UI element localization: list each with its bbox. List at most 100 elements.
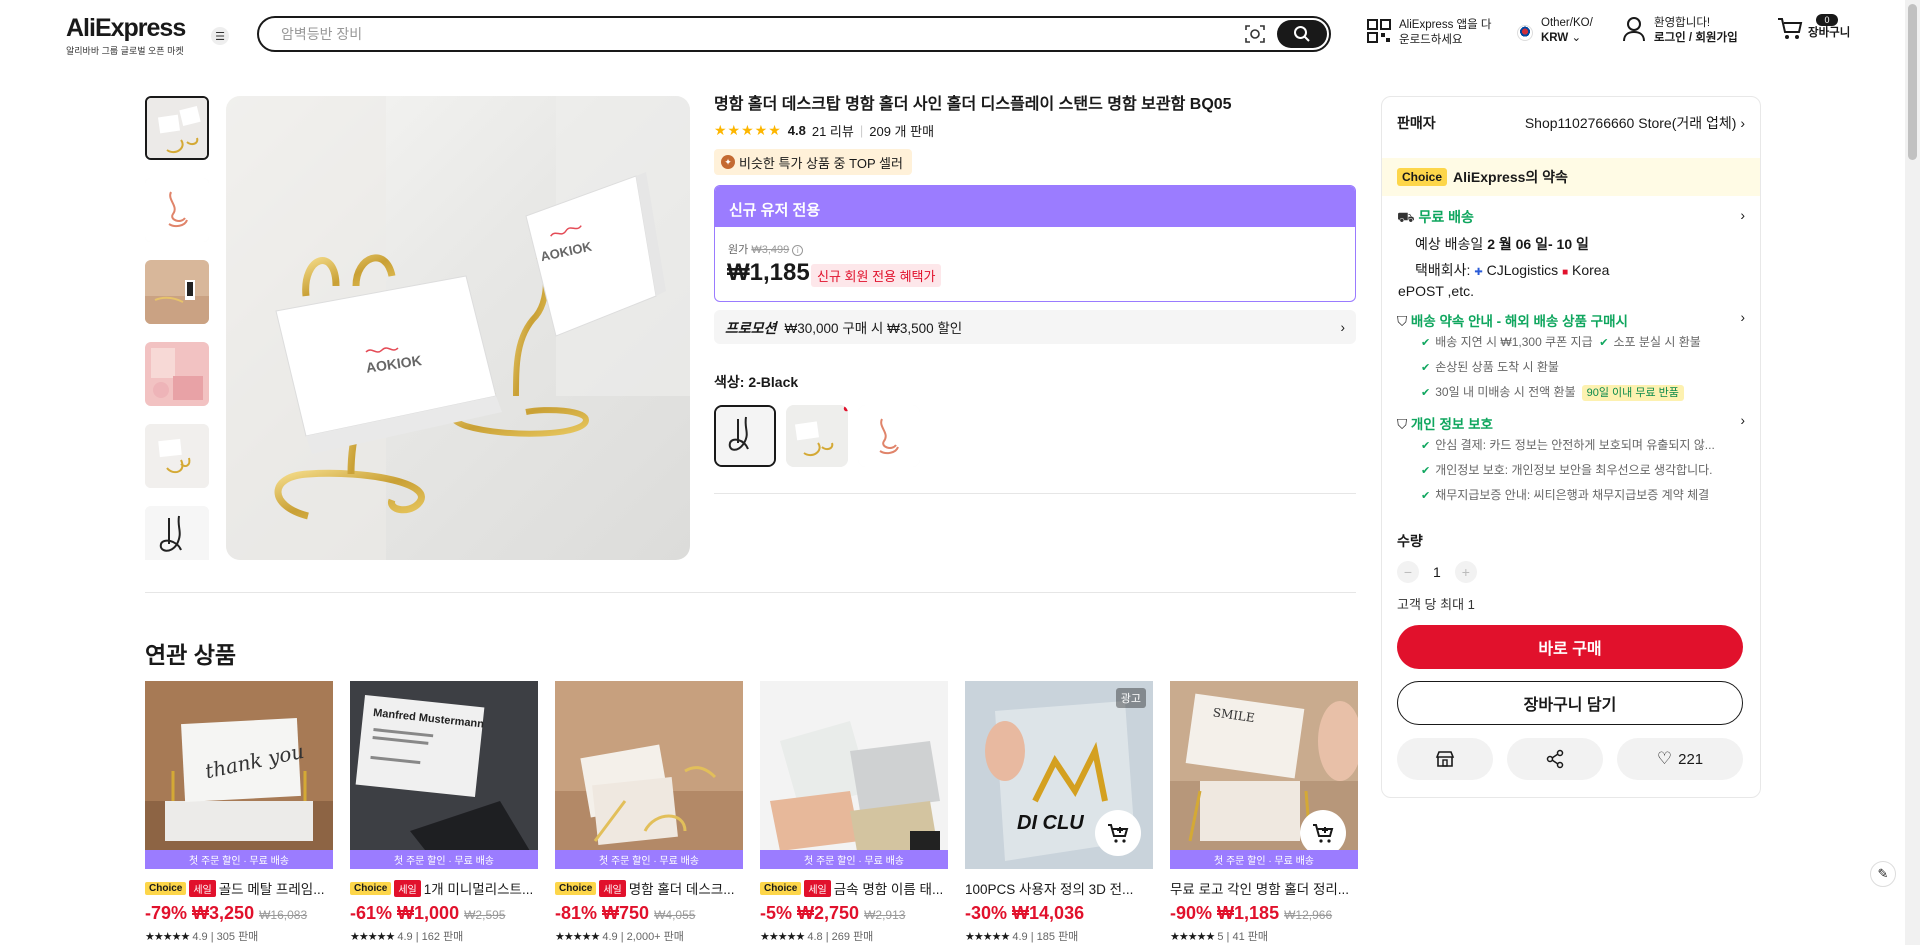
scrollbar-thumb[interactable] [1908,4,1917,160]
promotion-label: 프로모션 [725,319,777,336]
product-card[interactable]: thank you 첫 주문 할인 · 무료 배송 Choice 세일 골드 메탈 … [145,681,333,944]
product-card-price: ₩2,750 [797,903,860,923]
quantity-label: 수량 [1397,533,1423,549]
original-price-row: 원가 ₩3,499 i [728,241,804,257]
promo-strip: 첫 주문 할인 · 무료 배송 [350,850,538,869]
discount-percent: -79% [145,903,188,923]
product-card-title: 100PCS 사용자 정의 3D 전... [965,882,1134,897]
check-icon: ✔ [1421,465,1431,477]
choice-badge: Choice [555,881,597,895]
wishlist-button[interactable]: ♡ 221 [1617,738,1743,780]
related-products-list: thank you 첫 주문 할인 · 무료 배송 Choice 세일 골드 메탈 … [145,681,1358,944]
info-icon[interactable]: i [792,245,804,256]
aliexpress-logo[interactable]: AliExpress 알리바바 그룹 글로벌 오픈 마켓 [66,14,206,57]
search-input[interactable] [281,24,1181,44]
swatch-rose-gold[interactable] [858,405,920,467]
ad-badge: 광고 [1115,688,1146,708]
check-icon: ✔ [1421,337,1431,349]
card-sold: 162 판매 [421,931,464,943]
thumbnail-6[interactable] [145,506,209,560]
image-search-icon[interactable] [1243,23,1267,45]
product-card[interactable]: Manfred Mustermann 첫 주문 할인 · 무료 배송 Choic… [350,681,538,944]
shipping-date-prefix: 예상 배송일 [1415,236,1484,252]
thumbnail-4[interactable] [145,342,209,406]
choice-badge: Choice [1397,168,1448,186]
chevron-right-icon: › [1740,207,1745,223]
seller-name: Shop1102766660 Store(거래 업체) [1524,115,1737,131]
thumbnail-2[interactable] [145,178,209,242]
store-button[interactable] [1397,738,1493,780]
logo-text: AliExpress [66,14,186,42]
product-card[interactable]: SMILE 첫 주문 할인 · 무료 배송 무료 로고 각인 명함 홀더 정리.… [1170,681,1358,944]
decrease-quantity-button[interactable]: − [1397,561,1419,583]
promo-strip: 첫 주문 할인 · 무료 배송 [145,850,333,869]
card-rating: 4.8 [807,931,823,943]
sale-price: ₩1,185 [727,259,810,286]
cart-button[interactable]: 0 장바구니 [1776,14,1850,42]
discount-percent: -81% [555,903,598,923]
product-card-price: ₩750 [602,903,650,923]
add-to-cart-button[interactable]: 장바구니 담기 [1397,681,1743,725]
discount-percent: -30% [965,903,1008,923]
product-card[interactable]: 첫 주문 할인 · 무료 배송 Choice 세일 명함 홀더 데스크... -81… [555,681,743,944]
quantity-stepper: − 1 + [1397,561,1477,583]
thumbnail-3[interactable] [145,260,209,324]
edit-pencil-icon[interactable]: ✎ [1870,861,1896,887]
guarantee-item-3: 손상된 상품 도착 시 환불 [1435,360,1559,374]
user-icon [1623,17,1645,42]
rating-stars-icon: ★★★★★ [1170,931,1215,943]
account-menu[interactable]: 환영합니다! 로그인 / 회원가입 [1622,16,1738,46]
top-seller-badge[interactable]: ✦ 비슷한 특가 상품 중 TOP 셀러 [714,149,912,175]
check-icon: ✔ [1421,387,1431,399]
courier-2: Korea [1572,262,1610,278]
check-icon: ✔ [1421,362,1431,374]
buy-now-button[interactable]: 바로 구매 [1397,625,1743,669]
thumbnail-1[interactable] [145,96,209,160]
divider [714,493,1356,494]
review-count[interactable]: 21 리뷰 [812,121,854,140]
rating-stars-icon: ★★★★★ [350,931,395,943]
privacy-shield-icon: ⛉ [1397,417,1408,432]
rating-value: 4.8 [787,123,806,138]
share-button[interactable] [1507,738,1603,780]
choice-badge: Choice [760,881,802,895]
login-signup-link: 로그인 / 회원가입 [1654,32,1738,44]
privacy-section[interactable]: ⛉ 개인 정보 보호 › ✔ 안심 결제: 카드 정보는 안전하게 보호되며 유출되… [1382,413,1760,508]
quantity-value[interactable]: 1 [1433,564,1441,580]
seller-row[interactable]: 판매자 Shop1102766660 Store(거래 업체) › [1382,97,1760,158]
sale-badge: 세일 [189,879,216,897]
sold-count: 209 개 판매 [869,124,935,139]
thumbnail-list [145,96,209,560]
swatch-black[interactable] [714,405,776,467]
main-product-image[interactable]: AOKIOK AOKIOK [226,96,690,560]
chevron-right-icon: › [1740,115,1745,131]
rating-stars-icon: ★★★★★ [145,931,190,943]
card-rating: 4.9 [192,931,208,943]
product-card-title: 금속 명함 이름 태... [833,882,944,897]
promo-strip: 첫 주문 할인 · 무료 배송 [760,850,948,869]
download-app[interactable]: AliExpress 앱을 다 운로드하세요 [1366,18,1491,48]
shipping-section[interactable]: ⛟ 무료 배송 › 예상 배송일 2 월 06 일- 10 일 택배회사: ✚ C… [1382,207,1760,299]
product-card-image: Manfred Mustermann 첫 주문 할인 · 무료 배송 [350,681,538,869]
add-to-cart-icon[interactable] [1095,810,1141,856]
flame-badge-icon: ✦ [721,155,735,169]
page-scrollbar[interactable] [1905,0,1920,945]
guarantee-item-4: 30일 내 미배송 시 전액 환불 [1435,385,1576,399]
korea-flag-icon [1517,25,1533,41]
promotion-row[interactable]: 프로모션 ₩30,000 구매 시 ₩3,500 할인 › [714,310,1356,344]
sale-badge: 세일 [804,879,831,897]
increase-quantity-button[interactable]: + [1454,561,1477,583]
language-currency-selector[interactable]: Other/KO/KRW ⌄ [1517,16,1593,46]
search-button[interactable] [1277,20,1327,48]
color-swatches: ● [714,405,920,467]
color-label: 색상: [714,374,745,390]
menu-icon[interactable]: ☰ [211,27,229,45]
product-card-title: 1개 미니멀리스트... [423,882,534,897]
product-card[interactable]: DI CLU 광고 100PCS 사용자 정의 3D 전... -30% ₩14… [965,681,1153,944]
product-card[interactable]: 첫 주문 할인 · 무료 배송 Choice 세일 금속 명함 이름 태... -5… [760,681,948,944]
delivery-guarantee-section[interactable]: ⛉ 배송 약속 안내 - 해외 배송 상품 구매시 › ✔ 배송 지연 시 ₩1,3… [1382,310,1760,405]
thumbnail-5[interactable] [145,424,209,488]
card-rating: 4.9 [602,931,618,943]
swatch-gold[interactable]: ● [786,405,848,467]
choice-promise-text: AliExpress의 약속 [1453,169,1568,185]
